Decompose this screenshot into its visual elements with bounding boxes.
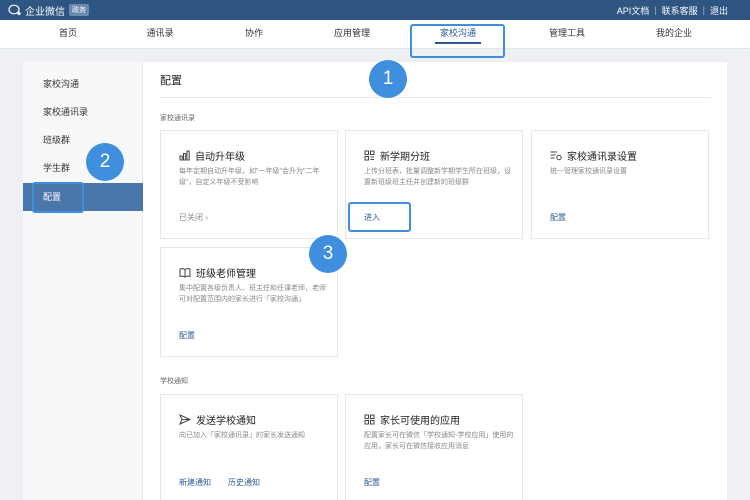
callout-badge-3: 3 [309,235,347,273]
card-title-row: 新学期分班 [364,149,430,163]
top-links: API文档 | 联系客服 | 退出 [617,0,728,20]
nav-contacts[interactable]: 通讯录 [120,20,200,49]
contact-support-link[interactable]: 联系客服 [662,4,698,17]
card-description: 每年定期自动升年级，如"一年级"会升为"二年级"，自定义年级不受影响 [179,168,320,186]
sidebar-item-home-school[interactable]: 家校沟通 [23,70,143,98]
card-description: 统一管理家校通讯录设置 [550,168,627,175]
main-panel: 配置 家校通讯录 自动升年级 每年定期自动升年级，如"一年级"会升为"二年级"，… [143,62,727,500]
card-title: 发送学校通知 [196,415,256,427]
card-title: 家校通讯录设置 [567,151,637,163]
card-title-row: 家校通讯录设置 [550,149,637,163]
card-description: 向已加入「家校通讯录」的家长发送通知 [179,432,305,439]
card-title: 班级老师管理 [196,268,256,280]
settings-list-icon [550,150,567,161]
configure-link[interactable]: 配置 [179,330,195,341]
card-title: 新学期分班 [380,151,430,163]
card-contacts-settings: 家校通讯录设置 统一管理家校通讯录设置 配置 [531,130,709,239]
sidebar-item-student-groups[interactable]: 学生群 [23,154,143,182]
book-icon [179,267,196,278]
page-title: 配置 [160,75,182,87]
brand-logo[interactable]: 企业微信 政务 [8,3,89,18]
card-title-row: 发送学校通知 [179,413,256,427]
card-title-row: 班级老师管理 [179,266,256,280]
sidebar-item-class-groups[interactable]: 班级群 [23,126,143,154]
configure-link[interactable]: 配置 [550,212,566,223]
divider [160,97,711,98]
brand-badge: 政务 [69,4,89,16]
card-description: 配置家长可在微信「学校通知-学校应用」使用的应用，家长可在微信接收应用消息 [364,432,514,450]
history-notice-link[interactable]: 历史通知 [228,477,260,488]
new-notice-link[interactable]: 新建通知 [179,477,211,488]
configure-link[interactable]: 配置 [364,477,380,488]
nav-collaboration[interactable]: 协作 [214,20,294,49]
card-title-row: 自动升年级 [179,149,245,163]
bar-chart-icon [179,150,195,161]
status-closed-link[interactable]: 已关闭 › [179,212,208,223]
card-title-row: 家长可使用的应用 [364,413,460,427]
card-title: 家长可使用的应用 [380,415,460,427]
section-label: 学校通知 [160,378,188,385]
brand-name: 企业微信 [25,6,65,18]
api-docs-link[interactable]: API文档 [617,4,650,17]
nav-my-company[interactable]: 我的企业 [634,20,714,49]
sidebar: 家校沟通 家校通讯录 班级群 学生群 配置 [23,62,143,500]
highlight-sidebar-settings [32,182,84,213]
nav-admin-tools[interactable]: 管理工具 [527,20,607,49]
highlight-enter-link [348,202,411,232]
card-description: 上传分班表，批量调整新学期学生所在班级，设置新班级班主任并创建新的班级群 [364,168,511,186]
nav-home[interactable]: 首页 [28,20,108,49]
callout-badge-1: 1 [369,60,407,98]
logout-link[interactable]: 退出 [710,4,728,17]
wecom-logo-icon [8,4,22,16]
sidebar-item-contacts[interactable]: 家校通讯录 [23,98,143,126]
card-parent-apps: 家长可使用的应用 配置家长可在微信「学校通知-学校应用」使用的应用，家长可在微信… [345,394,523,500]
divider: | [702,5,705,15]
divider: | [654,5,657,15]
card-description: 集中配置各级负责人、班主任和任课老师，老师可对配置范围内的家长进行「家校沟通」 [179,285,326,303]
main-nav: 首页 通讯录 协作 应用管理 家校沟通 管理工具 我的企业 [0,20,750,49]
nav-app-management[interactable]: 应用管理 [312,20,392,49]
card-send-school-notice: 发送学校通知 向已加入「家校通讯录」的家长发送通知 新建通知 历史通知 [160,394,338,500]
apps-icon [364,414,380,425]
highlight-nav-home-school [410,24,505,58]
card-title: 自动升年级 [195,151,245,163]
grid-icon [364,150,380,161]
card-auto-grade-upgrade: 自动升年级 每年定期自动升年级，如"一年级"会升为"二年级"，自定义年级不受影响… [160,130,338,239]
section-label: 家校通讯录 [160,115,195,122]
top-bar: 企业微信 政务 API文档 | 联系客服 | 退出 [0,0,750,20]
callout-badge-2: 2 [86,143,124,181]
send-icon [179,413,196,425]
